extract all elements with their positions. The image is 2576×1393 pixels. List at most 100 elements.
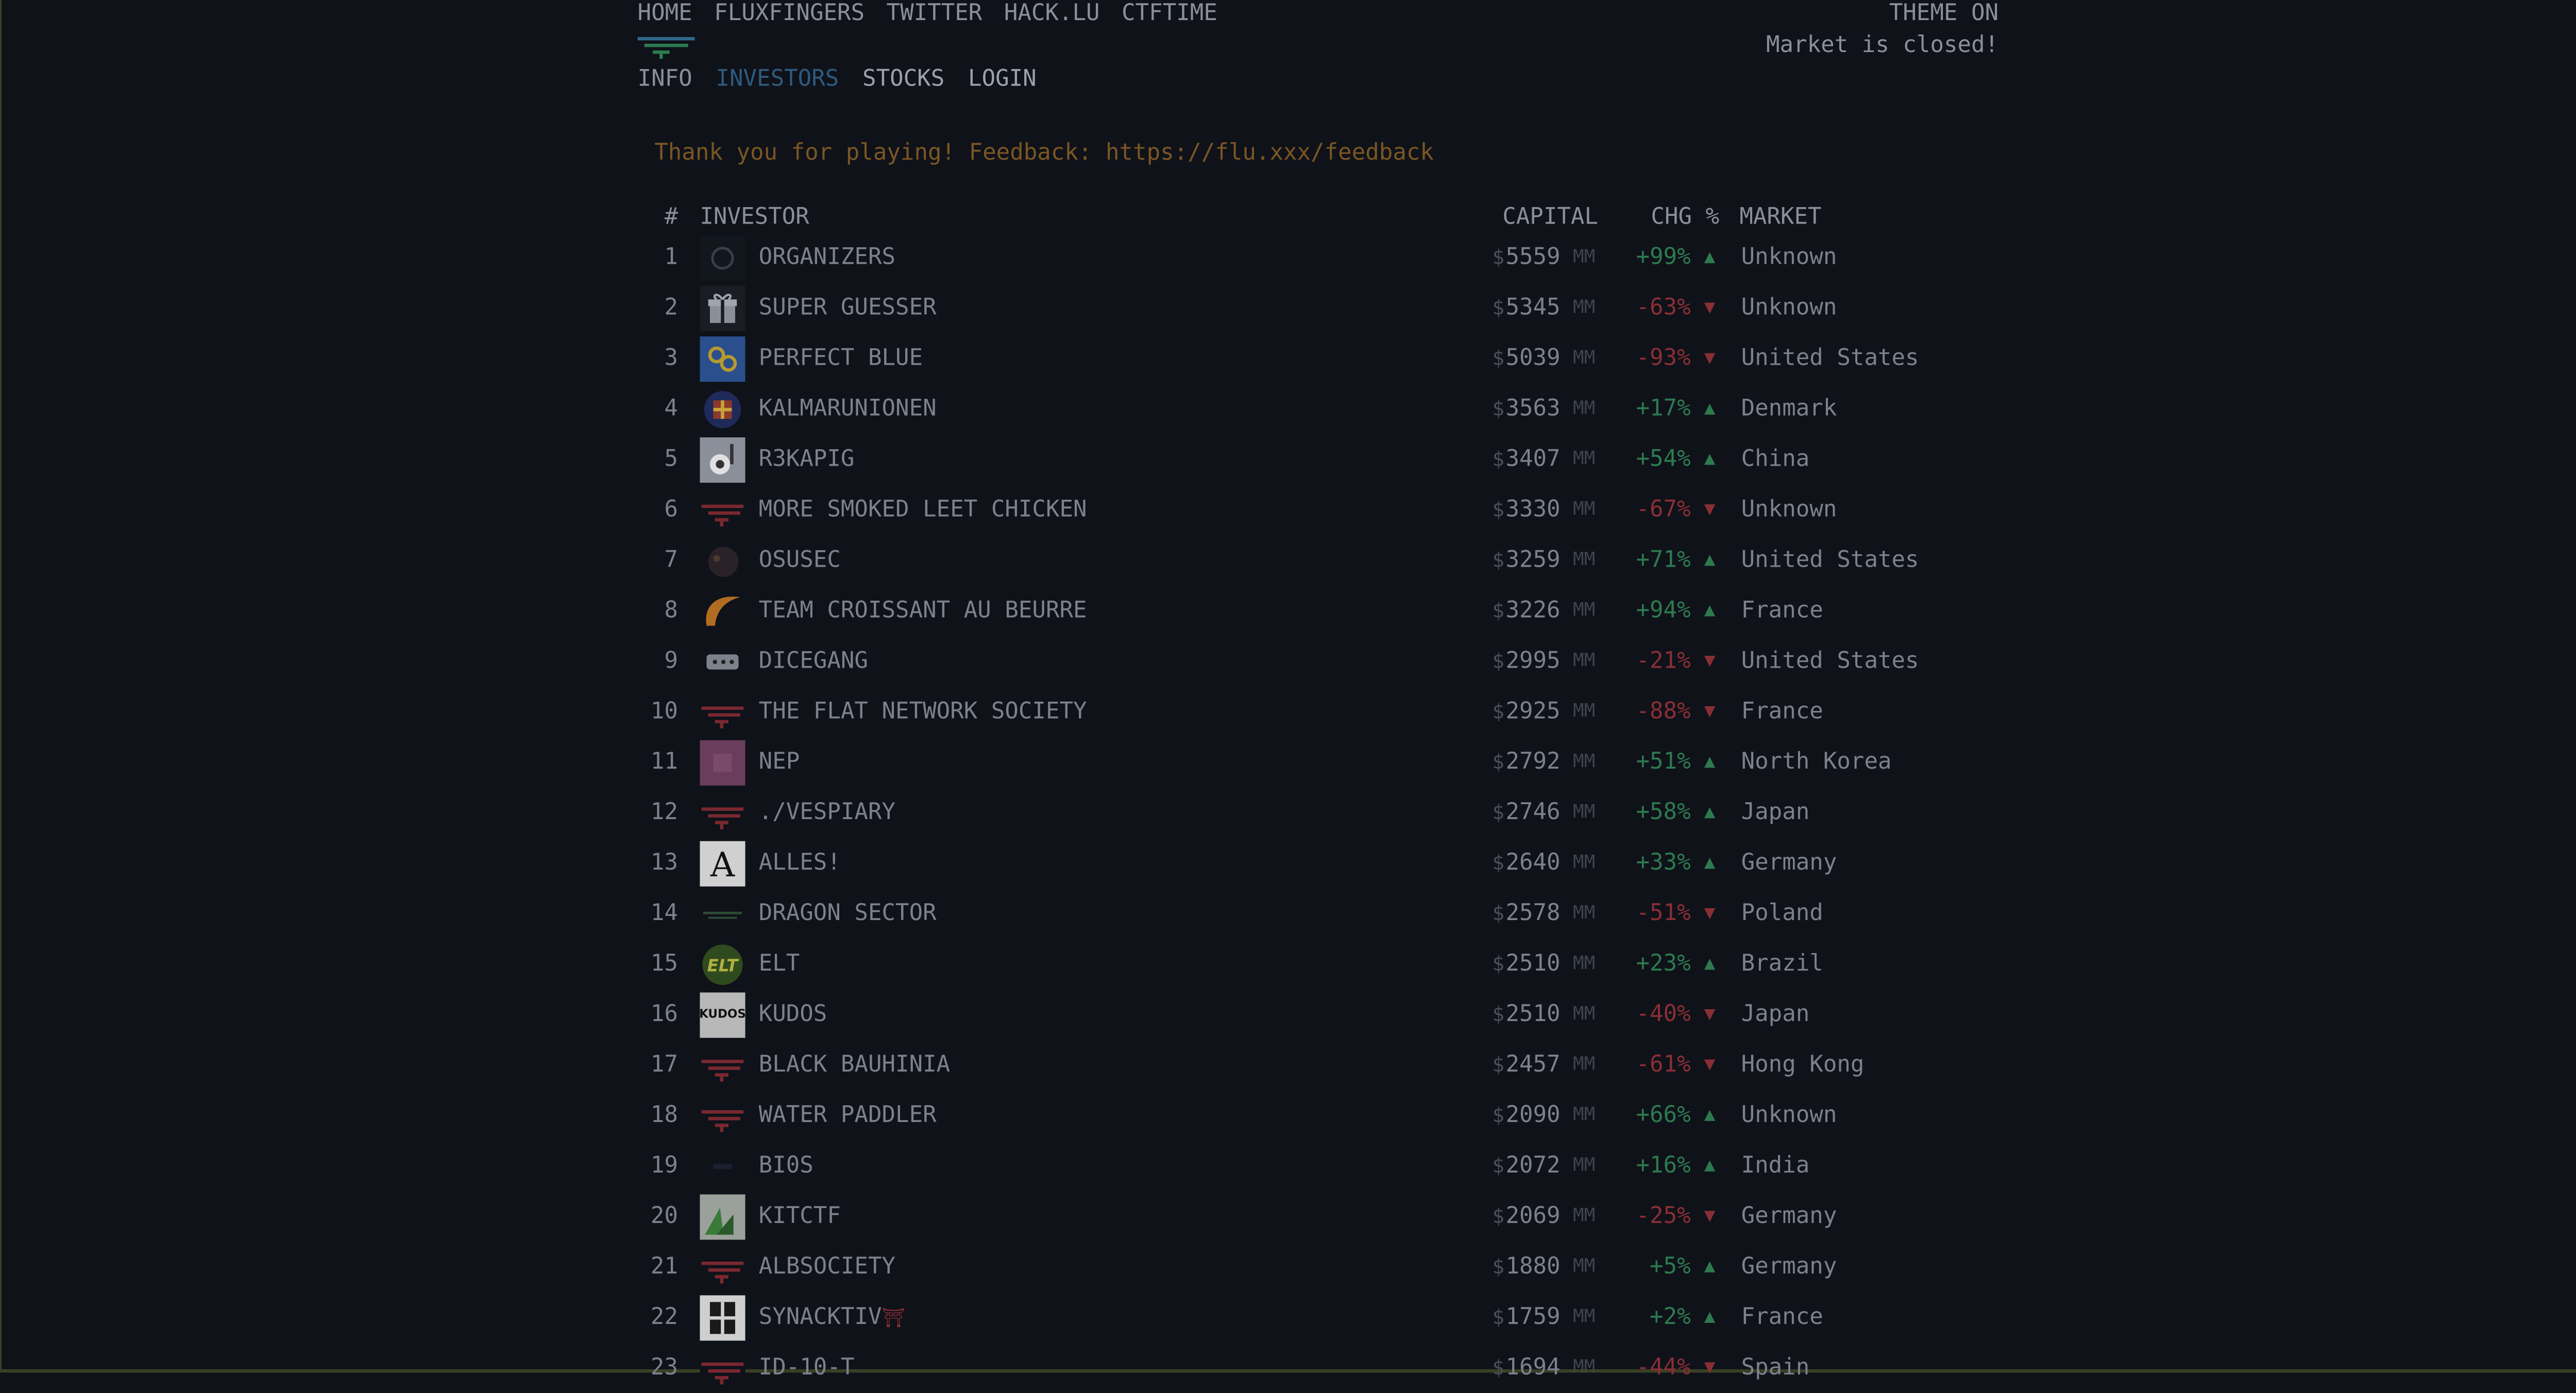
row-rank: 2: [664, 294, 678, 321]
nav-stocks[interactable]: STOCKS: [862, 65, 944, 92]
nav-investors[interactable]: INVESTORS: [716, 65, 839, 92]
row-market: Spain: [1741, 1354, 1810, 1381]
table-row[interactable]: 19 BI0S $2072 MM +16% ▲ India: [0, 1141, 2576, 1191]
row-investor-name[interactable]: DRAGON SECTOR: [759, 900, 937, 927]
row-change: -88%: [1636, 698, 1691, 725]
row-investor-name[interactable]: DICEGANG: [759, 648, 868, 674]
row-investor-name[interactable]: SYNACKTIV⛩: [759, 1304, 905, 1333]
row-investor-name[interactable]: ORGANIZERS: [759, 244, 895, 270]
table-row[interactable]: 8 TEAM CROISSANT AU BEURRE $3226 MM +94% ▲ Fra…: [0, 585, 2576, 636]
table-row[interactable]: 7 OSUSEC $3259 MM +71% ▲ United States: [0, 535, 2576, 585]
table-row[interactable]: 1 ORGANIZERS $5559 MM +99% ▲ Unknown: [0, 232, 2576, 283]
row-change: +17%: [1636, 395, 1691, 422]
header-investor: INVESTOR: [700, 203, 809, 231]
row-investor-name[interactable]: BLACK BAUHINIA: [759, 1051, 951, 1078]
table-row[interactable]: 22 SYNACKTIV⛩ $1759 MM +2% ▲ France: [0, 1292, 2576, 1343]
table-row[interactable]: 15 ELT ELT $2510 MM +23% ▲ Brazil: [0, 939, 2576, 989]
table-row[interactable]: 17 BLACK BAUHINIA $2457 MM -61% ▼ Hong Kong: [0, 1040, 2576, 1090]
row-investor-name[interactable]: R3KAPIG: [759, 446, 855, 472]
arrow-down-icon: ▼: [1704, 346, 1716, 369]
row-investor-name[interactable]: SUPER GUESSER: [759, 294, 937, 321]
row-investor-name[interactable]: KITCTF: [759, 1203, 841, 1230]
row-unit: MM: [1573, 700, 1596, 722]
nav-login[interactable]: LOGIN: [968, 65, 1037, 92]
table-row[interactable]: 12 ./VESPIARY $2746 MM +58% ▲ Japan: [0, 787, 2576, 838]
row-investor-name[interactable]: KALMARUNIONEN: [759, 395, 937, 422]
nav-fluxfingers[interactable]: FLUXFINGERS: [714, 0, 865, 30]
table-row[interactable]: 13 A ALLES! $2640 MM +33% ▲ Germany: [0, 838, 2576, 888]
theme-toggle[interactable]: THEME ON: [1889, 0, 1998, 27]
table-row[interactable]: 3 PERFECT BLUE $5039 MM -93% ▼ United States: [0, 333, 2576, 384]
arrow-up-icon: ▲: [1704, 599, 1716, 621]
dice-icon: [700, 639, 745, 685]
kit-icon: [700, 1194, 745, 1240]
currency-symbol: $: [1492, 801, 1504, 824]
row-capital: 2925: [1505, 698, 1561, 725]
row-investor-name[interactable]: TEAM CROISSANT AU BEURRE: [759, 597, 1087, 624]
row-market: France: [1741, 698, 1823, 725]
nav-ctftime[interactable]: CTFTIME: [1122, 0, 1217, 30]
beaver-icon: [700, 538, 745, 584]
svg-text:A: A: [710, 845, 735, 885]
table-row[interactable]: 10 THE FLAT NETWORK SOCIETY $2925 MM -88% ▼ Fr…: [0, 686, 2576, 737]
table-row[interactable]: 16 KUDOS KUDOS $2510 MM -40% ▼ Japan: [0, 989, 2576, 1040]
fluxfingers-logo-icon[interactable]: [637, 36, 699, 59]
row-rank: 12: [650, 799, 678, 826]
table-row[interactable]: 11 NEP $2792 MM +51% ▲ North Korea: [0, 737, 2576, 787]
nav-twitter[interactable]: TWITTER: [887, 0, 982, 30]
row-unit: MM: [1573, 851, 1596, 873]
table-row[interactable]: 9 DICEGANG $2995 MM -21% ▼ United States: [0, 636, 2576, 686]
row-unit: MM: [1573, 952, 1596, 974]
row-change: +33%: [1636, 849, 1691, 877]
table-row[interactable]: 4 KALMARUNIONEN $3563 MM +17% ▲ Denmark: [0, 383, 2576, 434]
row-unit: MM: [1573, 1254, 1596, 1277]
row-investor-name[interactable]: THE FLAT NETWORK SOCIETY: [759, 698, 1087, 725]
row-change: +23%: [1636, 950, 1691, 978]
row-investor-name[interactable]: ALBSOCIETY: [759, 1253, 895, 1280]
currency-symbol: $: [1492, 245, 1504, 269]
table-row[interactable]: 5 R3KAPIG $3407 MM +54% ▲ China: [0, 434, 2576, 484]
table-row[interactable]: 2 SUPER GUESSER $5345 MM -63% ▼ Unknown: [0, 283, 2576, 333]
row-unit: MM: [1573, 801, 1596, 823]
table-row[interactable]: 21 ALBSOCIETY $1880 MM +5% ▲ Germany: [0, 1242, 2576, 1292]
row-investor-name[interactable]: KUDOS: [759, 1001, 827, 1028]
table-row[interactable]: 14 DRAGON SECTOR $2578 MM -51% ▼ Poland: [0, 888, 2576, 939]
row-investor-name[interactable]: NEP: [759, 749, 800, 775]
row-investor-name[interactable]: ./VESPIARY: [759, 799, 895, 826]
table-row[interactable]: 18 WATER PADDLER $2090 MM +66% ▲ Unknown: [0, 1090, 2576, 1141]
arrow-up-icon: ▲: [1704, 801, 1716, 823]
row-capital: 1694: [1505, 1354, 1561, 1381]
row-investor-name[interactable]: OSUSEC: [759, 547, 841, 573]
row-rank: 9: [664, 648, 678, 675]
arrow-up-icon: ▲: [1704, 447, 1716, 470]
row-change: +99%: [1636, 244, 1691, 271]
row-rank: 23: [650, 1354, 678, 1381]
currency-symbol: $: [1492, 498, 1504, 522]
arrow-down-icon: ▼: [1704, 902, 1716, 924]
row-change: +54%: [1636, 446, 1691, 473]
currency-symbol: $: [1492, 1204, 1504, 1228]
feedback-notice[interactable]: Thank you for playing! Feedback: https:/…: [654, 140, 1434, 166]
table-row[interactable]: 23 ID-10-T $1694 MM -44% ▼ Spain: [0, 1343, 2576, 1393]
row-investor-name[interactable]: WATER PADDLER: [759, 1102, 937, 1129]
row-investor-name[interactable]: ID-10-T: [759, 1354, 855, 1381]
currency-symbol: $: [1492, 700, 1504, 724]
row-market: United States: [1741, 547, 1919, 574]
page: HOME FLUXFINGERS TWITTER HACK.LU CTFTIME…: [0, 0, 2576, 1391]
row-capital: 2640: [1505, 849, 1561, 877]
row-investor-name[interactable]: ELT: [759, 950, 800, 977]
gift-icon: [700, 286, 745, 332]
row-change: +71%: [1636, 547, 1691, 574]
table-row[interactable]: 20 KITCTF $2069 MM -25% ▼ Germany: [0, 1191, 2576, 1242]
row-investor-name[interactable]: MORE SMOKED LEET CHICKEN: [759, 496, 1087, 523]
row-unit: MM: [1573, 1305, 1596, 1328]
table-row[interactable]: 6 MORE SMOKED LEET CHICKEN $3330 MM -67% ▼ Unk…: [0, 484, 2576, 535]
svg-text:KUDOS: KUDOS: [700, 1008, 745, 1021]
row-investor-name[interactable]: ALLES!: [759, 850, 841, 876]
nav-hacklu[interactable]: HACK.LU: [1004, 0, 1100, 30]
nav-home[interactable]: HOME: [638, 0, 692, 30]
row-investor-name[interactable]: PERFECT BLUE: [759, 345, 923, 371]
row-investor-name[interactable]: BI0S: [759, 1152, 814, 1179]
default-flag-icon: [700, 1043, 745, 1089]
nav-info[interactable]: INFO: [638, 65, 692, 92]
